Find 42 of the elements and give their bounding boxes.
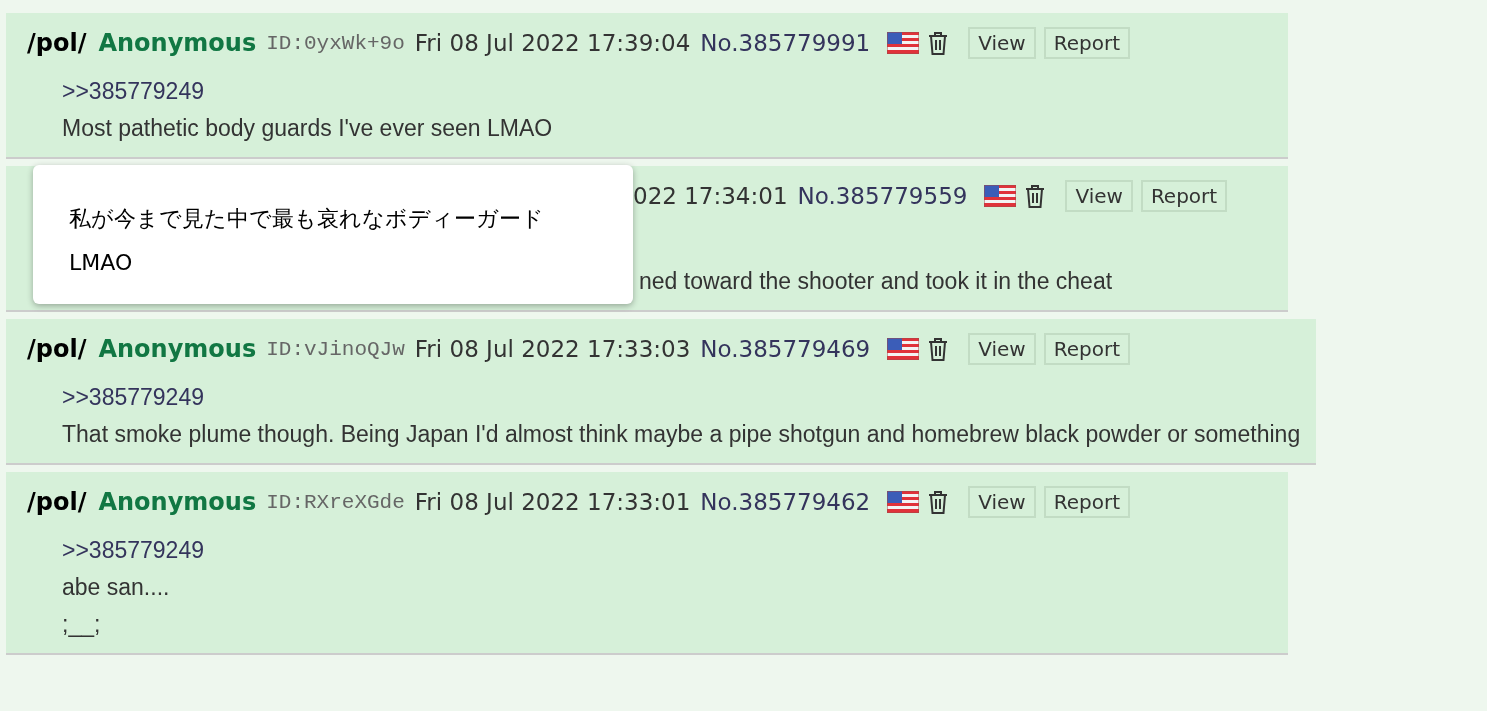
view-button[interactable]: View <box>1065 180 1133 212</box>
post-text: That smoke plume though. Being Japan I'd almost think maybe a pipe shotgun and homebrew black powder or something <box>62 421 1301 447</box>
flag-icon <box>887 32 920 54</box>
quote-link[interactable]: >>385779249 <box>62 78 204 104</box>
trash-icon[interactable] <box>928 490 949 514</box>
flag-icon <box>887 338 920 360</box>
post-text: ned toward the shooter and took it in the cheat <box>639 268 1113 294</box>
trash-icon[interactable] <box>1025 184 1046 208</box>
poster-id: ID:RXreXGde <box>266 490 405 514</box>
poster-name: Anonymous <box>98 29 257 57</box>
trash-icon[interactable] <box>928 337 949 361</box>
view-button[interactable]: View <box>968 486 1036 518</box>
flag-icon <box>887 491 920 513</box>
report-button[interactable]: Report <box>1043 27 1130 59</box>
quote-link[interactable]: >>385779249 <box>62 384 204 410</box>
poster-id: ID:vJinoQJw <box>266 337 405 361</box>
poster-id: ID:0yxWk+9o <box>266 31 405 55</box>
post-number[interactable]: No.385779469 <box>700 336 871 362</box>
post-date: Fri 08 Jul 2022 17:33:03 <box>414 336 691 362</box>
translation-text: 私が今まで見た中で最も哀れなボディーガードLMAO <box>69 206 544 275</box>
post-date: Fri 08 Jul 2022 17:39:04 <box>414 30 691 56</box>
flag-icon <box>984 185 1017 207</box>
post-text: abe san.... <box>62 574 170 600</box>
report-button[interactable]: Report <box>1043 486 1130 518</box>
poster-name: Anonymous <box>98 488 257 516</box>
post-number[interactable]: No.385779559 <box>797 183 968 209</box>
view-button[interactable]: View <box>968 333 1036 365</box>
board-name: /pol/ <box>27 488 87 516</box>
post-number[interactable]: No.385779462 <box>700 489 871 515</box>
post-date: 022 17:34:01 <box>633 183 788 209</box>
post-text: Most pathetic body guards I've ever seen LMAO <box>62 115 553 141</box>
post-text: ;__; <box>62 611 101 637</box>
report-button[interactable]: Report <box>1140 180 1228 212</box>
poster-name: Anonymous <box>98 335 257 363</box>
quote-link[interactable]: >>385779249 <box>62 537 204 563</box>
post-date: Fri 08 Jul 2022 17:33:01 <box>414 489 691 515</box>
view-button[interactable]: View <box>968 27 1036 59</box>
board-name: /pol/ <box>27 335 87 363</box>
board-name: /pol/ <box>27 29 87 57</box>
report-button[interactable]: Report <box>1043 333 1130 365</box>
trash-icon[interactable] <box>928 31 949 55</box>
post-number[interactable]: No.385779991 <box>700 30 871 56</box>
